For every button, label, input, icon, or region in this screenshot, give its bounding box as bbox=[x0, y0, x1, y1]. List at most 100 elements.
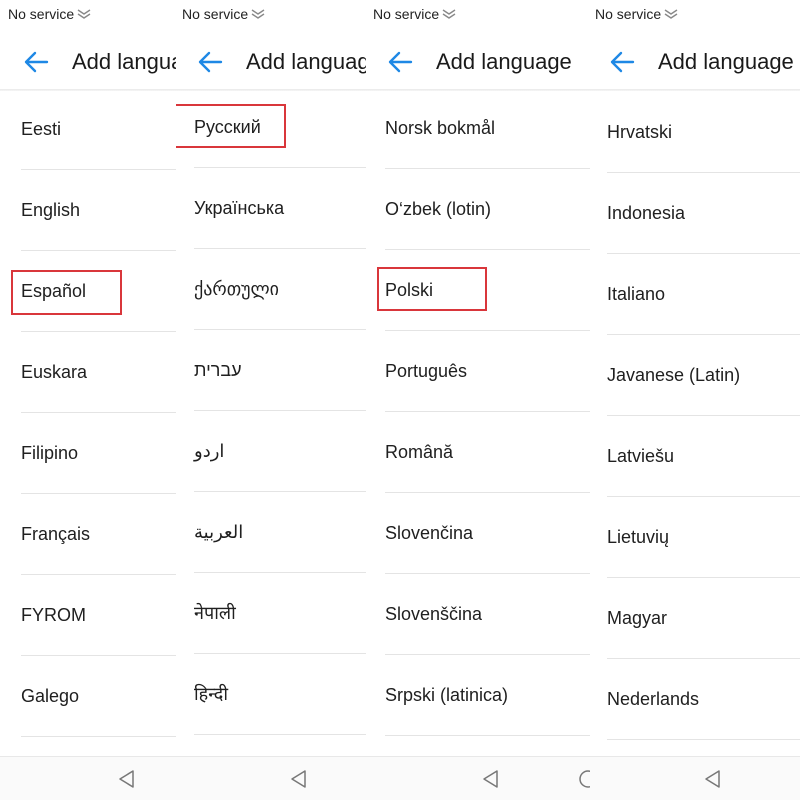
home-circle-icon[interactable] bbox=[578, 769, 590, 789]
language-list-item[interactable]: Magyar bbox=[607, 578, 800, 659]
language-label: Eesti bbox=[21, 118, 62, 139]
language-label: Українська bbox=[194, 197, 285, 218]
app-bar: Add language bbox=[196, 42, 366, 82]
language-label: Lietuvių bbox=[607, 526, 670, 547]
language-label: Slovenščina bbox=[385, 603, 483, 624]
language-list-item[interactable]: English bbox=[21, 170, 176, 251]
no-signal-icon bbox=[251, 9, 265, 19]
screen-panel-1: No service Add language Eesti English Espa… bbox=[0, 0, 176, 800]
divider bbox=[590, 89, 800, 91]
language-label: Norsk bokmål bbox=[385, 117, 496, 138]
language-list-item[interactable]: Русский bbox=[194, 87, 366, 168]
arrow-left-icon bbox=[610, 51, 635, 73]
page-title: Add language bbox=[72, 49, 176, 74]
status-text: No service bbox=[373, 6, 440, 22]
language-label: हिन्दी bbox=[194, 684, 229, 704]
status-bar: No service bbox=[8, 6, 91, 22]
language-list-item[interactable]: Indonesia bbox=[607, 173, 800, 254]
app-bar: Add language bbox=[386, 42, 572, 82]
language-label: Français bbox=[21, 523, 91, 544]
no-signal-icon bbox=[664, 9, 678, 19]
screen-panel-4: No service Add language Hrvatski Indonesi… bbox=[590, 0, 800, 800]
status-text: No service bbox=[8, 6, 75, 22]
language-list-item[interactable]: العربية bbox=[194, 492, 366, 573]
language-label: Srpski (latinica) bbox=[385, 684, 509, 705]
language-list-item[interactable]: Italiano bbox=[607, 254, 800, 335]
nav-bar bbox=[0, 756, 176, 800]
language-list-item[interactable]: Português bbox=[385, 331, 590, 412]
back-button[interactable] bbox=[386, 48, 414, 76]
language-list-item[interactable]: Javanese (Latin) bbox=[607, 335, 800, 416]
screen-panel-3: No service Add language Norsk bokmål O‘zb… bbox=[366, 0, 590, 800]
screen-panel-2: No service Add language Русский Українськ… bbox=[176, 0, 366, 800]
language-label: Русский bbox=[194, 116, 261, 137]
language-list-item[interactable]: Français bbox=[21, 494, 176, 575]
language-label: English bbox=[21, 199, 81, 220]
app-bar: Add language bbox=[608, 42, 794, 82]
language-list-item[interactable]: Filipino bbox=[21, 413, 176, 494]
language-label: Español bbox=[21, 280, 87, 301]
app-bar: Add language bbox=[22, 42, 176, 82]
language-label: Nederlands bbox=[607, 688, 700, 709]
language-list-item[interactable]: Slovenčina bbox=[385, 493, 590, 574]
language-label: Română bbox=[385, 441, 454, 462]
status-bar: No service bbox=[373, 6, 456, 22]
arrow-left-icon bbox=[198, 51, 223, 73]
language-label: Italiano bbox=[607, 283, 666, 304]
language-list-item[interactable]: Srpski (latinica) bbox=[385, 655, 590, 736]
language-label: Javanese (Latin) bbox=[607, 364, 741, 385]
language-label: עברית bbox=[194, 359, 242, 380]
language-label: اردو bbox=[194, 440, 225, 461]
language-list-item[interactable]: Eesti bbox=[21, 89, 176, 170]
triangle-back-icon[interactable] bbox=[117, 769, 137, 789]
language-list-item[interactable]: Українська bbox=[194, 168, 366, 249]
language-list-item[interactable]: Hrvatski bbox=[607, 92, 800, 173]
language-list-item[interactable]: Euskara bbox=[21, 332, 176, 413]
language-list-item[interactable]: עברית bbox=[194, 330, 366, 411]
page-title: Add language bbox=[436, 49, 572, 74]
language-label: FYROM bbox=[21, 604, 86, 625]
triangle-back-icon[interactable] bbox=[481, 769, 501, 789]
language-list-item[interactable]: Nederlands bbox=[607, 659, 800, 740]
language-list-item[interactable]: Norsk bokmål bbox=[385, 88, 590, 169]
nav-bar bbox=[590, 756, 800, 800]
language-label: Filipino bbox=[21, 442, 79, 463]
language-label: Magyar bbox=[607, 607, 668, 628]
language-label: नेपाली bbox=[194, 603, 236, 623]
status-bar: No service bbox=[595, 6, 678, 22]
arrow-left-icon bbox=[388, 51, 413, 73]
language-list-item[interactable]: Latviešu bbox=[607, 416, 800, 497]
language-list-item[interactable]: Slovenščina bbox=[385, 574, 590, 655]
language-label: Latviešu bbox=[607, 445, 675, 466]
language-label: Indonesia bbox=[607, 202, 686, 223]
page-title: Add language bbox=[658, 49, 794, 74]
language-list-item[interactable]: Polski bbox=[385, 250, 590, 331]
language-list-item[interactable]: FYROM bbox=[21, 575, 176, 656]
nav-bar bbox=[366, 756, 590, 800]
triangle-back-icon[interactable] bbox=[289, 769, 309, 789]
triangle-back-icon[interactable] bbox=[703, 769, 723, 789]
status-bar: No service bbox=[182, 6, 265, 22]
language-list-item[interactable]: O‘zbek (lotin) bbox=[385, 169, 590, 250]
back-button[interactable] bbox=[22, 48, 50, 76]
back-button[interactable] bbox=[608, 48, 636, 76]
language-label: Português bbox=[385, 360, 468, 381]
language-list-item[interactable]: Español bbox=[21, 251, 176, 332]
language-list-item[interactable]: Galego bbox=[21, 656, 176, 737]
language-list-item[interactable]: Română bbox=[385, 412, 590, 493]
language-label: ქართული bbox=[194, 278, 279, 299]
arrow-left-icon bbox=[24, 51, 49, 73]
language-list-item[interactable]: اردو bbox=[194, 411, 366, 492]
status-text: No service bbox=[182, 6, 249, 22]
back-button[interactable] bbox=[196, 48, 224, 76]
language-list-item[interactable]: नेपाली bbox=[194, 573, 366, 654]
language-label: Hrvatski bbox=[607, 121, 673, 142]
language-list-item[interactable]: ქართული bbox=[194, 249, 366, 330]
no-signal-icon bbox=[77, 9, 91, 19]
language-list-item[interactable]: हिन्दी bbox=[194, 654, 366, 735]
no-signal-icon bbox=[442, 9, 456, 19]
language-list-item[interactable]: Lietuvių bbox=[607, 497, 800, 578]
page-title: Add language bbox=[246, 49, 366, 74]
status-text: No service bbox=[595, 6, 662, 22]
language-label: Euskara bbox=[21, 361, 88, 382]
